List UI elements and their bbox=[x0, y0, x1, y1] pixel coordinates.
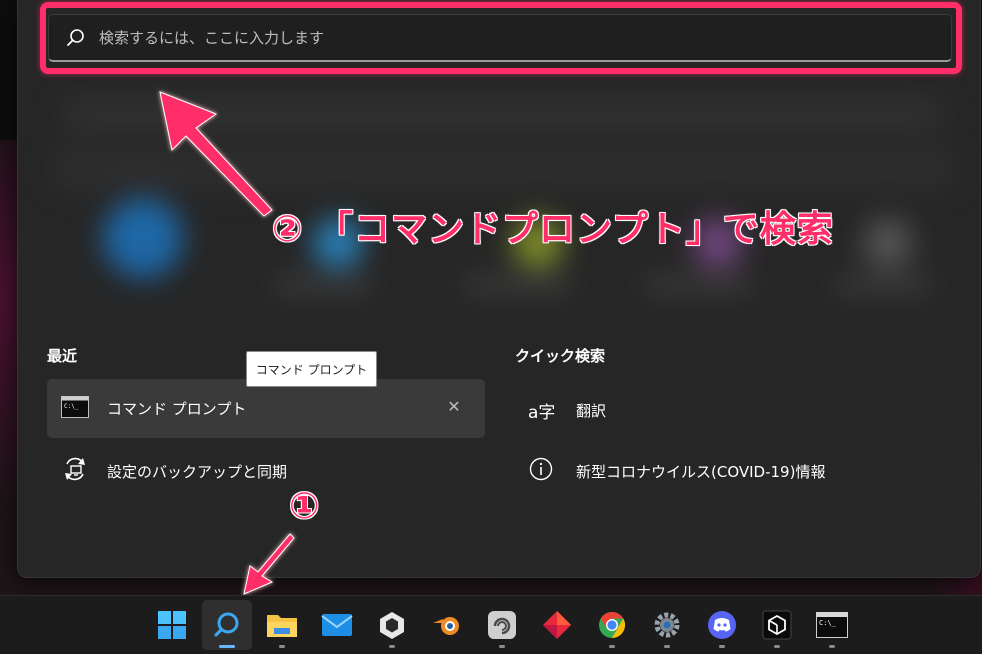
active-indicator bbox=[219, 645, 235, 648]
translate-icon: a字 bbox=[528, 402, 556, 423]
windows-start-icon[interactable] bbox=[147, 600, 197, 650]
recent-item-command-prompt[interactable]: C:\_ コマンド プロンプト ✕ bbox=[47, 379, 485, 438]
recent-item-label: コマンド プロンプト bbox=[107, 400, 247, 418]
chrome-icon[interactable] bbox=[587, 600, 637, 650]
git-diamond-icon[interactable] bbox=[532, 600, 582, 650]
quick-search-label: 新型コロナウイルス(COVID-19)情報 bbox=[576, 462, 826, 481]
arrow-to-search-icon bbox=[159, 91, 273, 217]
quick-search-title: クイック検索 bbox=[515, 347, 606, 365]
tooltip: コマンド プロンプト bbox=[246, 351, 377, 387]
arrow-to-taskbar-search-icon bbox=[243, 533, 295, 595]
quick-search-label: 翻訳 bbox=[576, 401, 607, 420]
discord-icon[interactable] bbox=[697, 600, 747, 650]
recent-item-label: 設定のバックアップと同期 bbox=[107, 462, 288, 481]
file-explorer-icon[interactable] bbox=[257, 600, 307, 650]
unity-hub-icon[interactable] bbox=[367, 600, 417, 650]
step2-annotation-text: ② 「コマンドプロンプト」で検索 bbox=[272, 209, 834, 250]
search-taskbar-icon[interactable] bbox=[202, 600, 252, 650]
mail-icon[interactable] bbox=[312, 600, 362, 650]
info-icon bbox=[528, 456, 554, 486]
backup-sync-icon bbox=[61, 455, 89, 487]
annotation-arrows bbox=[159, 91, 295, 595]
step1-annotation-text: ① bbox=[289, 486, 320, 527]
quick-search-item-covid[interactable]: 新型コロナウイルス(COVID-19)情報 bbox=[528, 457, 825, 485]
terminal-icon[interactable]: C:\_ bbox=[807, 600, 857, 650]
unity-editor-icon[interactable] bbox=[752, 600, 802, 650]
recent-item-backup-sync[interactable]: 設定のバックアップと同期 bbox=[61, 456, 287, 486]
taskbar: C:\_ bbox=[0, 595, 982, 654]
cmd-icon: C:\_ bbox=[61, 395, 89, 422]
app-swirl-icon[interactable] bbox=[477, 600, 527, 650]
svg-text:C:\_: C:\_ bbox=[64, 403, 79, 410]
svg-text:C:\_: C:\_ bbox=[819, 619, 837, 627]
settings-gear-icon[interactable] bbox=[642, 600, 692, 650]
blender-icon[interactable] bbox=[422, 600, 472, 650]
recent-section-title: 最近 bbox=[47, 347, 78, 365]
quick-search-item-translate[interactable]: a字 翻訳 bbox=[528, 396, 606, 424]
close-icon[interactable]: ✕ bbox=[443, 396, 465, 418]
